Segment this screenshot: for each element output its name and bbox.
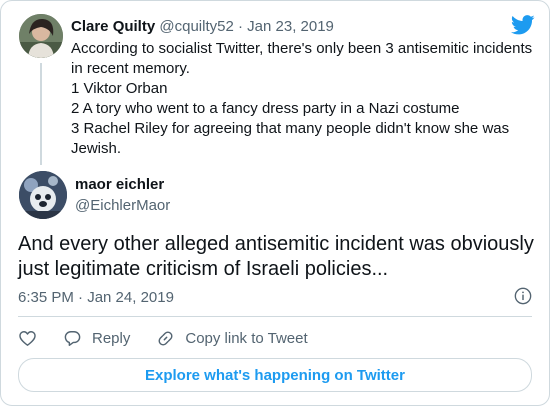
reply-button[interactable]: Reply: [63, 329, 130, 348]
info-icon[interactable]: [514, 287, 532, 305]
quoted-text-line: in recent memory.: [71, 60, 190, 77]
clare-quilty-avatar[interactable]: [19, 14, 63, 58]
divider: [18, 316, 532, 317]
link-icon: [158, 331, 173, 345]
quoted-tweet-text: According to socialist Twitter, there's …: [71, 39, 533, 159]
quoted-text-line: Jewish.: [71, 140, 122, 157]
main-tweet-text: And every other alleged antisemitic inci…: [18, 232, 543, 282]
quoted-text-line: 3 Rachel Riley for agreeing that many pe…: [71, 120, 510, 137]
tweet-embed-card: Clare Quilty @cquilty52 · Jan 23, 2019 A…: [0, 0, 550, 406]
quoted-text-line: 1 Viktor Orban: [71, 80, 168, 97]
quoted-author-handle[interactable]: @cquilty52: [159, 18, 233, 35]
thread-connector-line: [40, 63, 42, 165]
quoted-text-line: 2 A tory who went to a fancy dress party…: [71, 100, 460, 117]
main-text-line: And every other alleged antisemitic inci…: [18, 233, 534, 255]
heart-icon: [19, 330, 36, 346]
maor-eichler-avatar[interactable]: [19, 171, 67, 219]
copy-link-button[interactable]: Copy link to Tweet: [156, 329, 308, 348]
quoted-tweet-header: Clare Quilty @cquilty52 · Jan 23, 2019: [71, 17, 334, 37]
tweet-actions-bar: Reply Copy link to Tweet: [18, 327, 334, 349]
copy-link-label: Copy link to Tweet: [185, 329, 308, 347]
main-text-line: just legitimate criticism of Israeli pol…: [18, 258, 389, 280]
tweet-timestamp[interactable]: 6:35 PM · Jan 24, 2019: [18, 288, 174, 308]
quoted-tweet-date[interactable]: Jan 23, 2019: [247, 18, 334, 35]
reply-label: Reply: [92, 329, 131, 347]
reply-icon: [64, 330, 81, 346]
quoted-text-line: According to socialist Twitter, there's …: [71, 40, 533, 57]
meta-separator: ·: [237, 18, 243, 35]
twitter-bird-icon[interactable]: [511, 15, 535, 35]
like-button[interactable]: [18, 329, 37, 348]
explore-twitter-button[interactable]: Explore what's happening on Twitter: [18, 358, 532, 392]
quoted-author-name[interactable]: Clare Quilty: [71, 18, 155, 35]
main-author-handle[interactable]: @EichlerMaor: [75, 196, 170, 216]
main-author-name[interactable]: maor eichler: [75, 175, 164, 195]
